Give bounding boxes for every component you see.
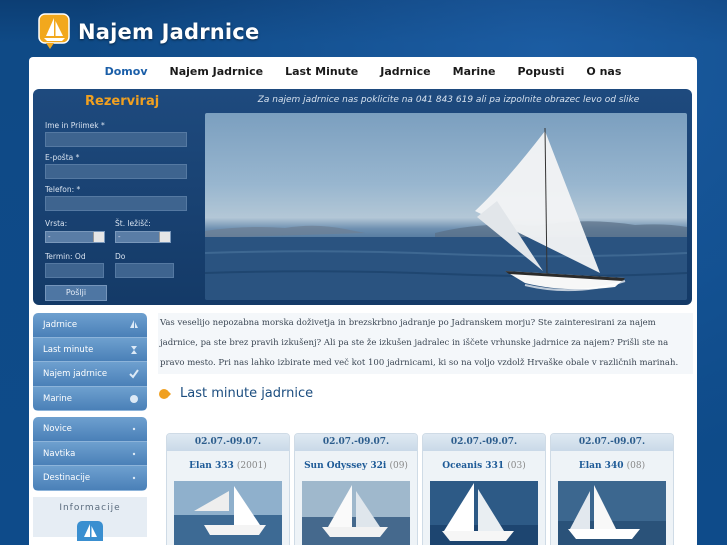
- sidebar-item-label: Jadrnice: [43, 320, 78, 330]
- from-label: Termin: Od: [45, 252, 86, 261]
- last-minute-heading: Last minute jadrnice: [158, 386, 313, 401]
- chevron-down-icon: [159, 232, 170, 242]
- sailboat-icon: [77, 520, 103, 545]
- phone-label: Telefon: *: [45, 185, 81, 194]
- sidebar-item-label: Navtika: [43, 448, 76, 459]
- last-minute-title: Last minute jadrnice: [180, 386, 314, 401]
- info-title: Informacije: [59, 502, 121, 513]
- sidebar: Jadrnice Last minute Najem jadrnice Mari…: [33, 313, 147, 545]
- nav-item-popusti[interactable]: Popusti: [507, 57, 576, 87]
- nav-item-domov[interactable]: Domov: [94, 57, 159, 87]
- date-from-field[interactable]: [45, 263, 104, 278]
- hourglass-icon: [131, 345, 137, 354]
- sidebar-item-label: Destinacije: [43, 473, 91, 483]
- main-content: Vas veselijo nepozabna morska doživetja …: [158, 313, 693, 545]
- nav-item-marine[interactable]: Marine: [442, 57, 507, 87]
- reservation-form: Rezerviraj Ime in Priimek * E-pošta * Te…: [33, 89, 204, 305]
- name-label: Ime in Priimek *: [45, 121, 105, 130]
- boat-card-date: 02.07.-09.07.: [551, 434, 673, 451]
- circle-icon: [130, 394, 138, 403]
- dot-icon: [132, 476, 136, 480]
- intro-text: Vas veselijo nepozabna morska doživetja …: [158, 313, 693, 374]
- hero-sailboat-photo: [205, 113, 687, 300]
- arrow-bullet-icon: [159, 388, 171, 399]
- boat-card-title[interactable]: Elan 340 (08): [551, 451, 673, 481]
- boat-card-title[interactable]: Oceanis 331 (03): [423, 451, 545, 481]
- site-name: Najem Jadrnice: [78, 19, 260, 44]
- boat-year: (2001): [236, 461, 267, 471]
- email-field[interactable]: [45, 164, 187, 179]
- sidebar-group-main: Jadrnice Last minute Najem jadrnice Mari…: [33, 313, 147, 411]
- type-label: Vrsta:: [45, 219, 68, 228]
- berths-select[interactable]: -: [115, 231, 171, 243]
- phone-field[interactable]: [45, 196, 187, 211]
- check-icon: [129, 369, 139, 379]
- to-label: Do: [115, 252, 126, 261]
- boat-card-title[interactable]: Elan 333 (2001): [167, 451, 289, 481]
- nav-item-last-minute[interactable]: Last Minute: [274, 57, 369, 87]
- sidebar-item-label: Najem jadrnice: [43, 369, 108, 379]
- boat-year: (03): [507, 461, 526, 471]
- type-select[interactable]: -: [45, 231, 105, 243]
- sidebar-item-jadrnice[interactable]: Jadrnice: [33, 313, 147, 338]
- hero-contact-text: Za najem jadrnice nas poklicite na 041 8…: [257, 95, 640, 105]
- boat-card[interactable]: 02.07.-09.07. Elan 333 (2001): [166, 433, 290, 545]
- nav-item-o-nas[interactable]: O nas: [575, 57, 632, 87]
- boat-year: (09): [389, 461, 408, 471]
- boat-name: Oceanis 331: [442, 461, 505, 471]
- boat-photo[interactable]: [174, 481, 282, 545]
- sidebar-item-label: Marine: [43, 393, 73, 404]
- sidebar-item-novice[interactable]: Novice: [33, 417, 147, 442]
- name-field[interactable]: [45, 132, 187, 147]
- boat-year: (08): [626, 461, 646, 471]
- dot-icon: [132, 427, 136, 431]
- last-minute-cards: 02.07.-09.07. Elan 333 (2001) 02.07.-09.…: [166, 433, 674, 545]
- sailboat-icon: [130, 320, 138, 328]
- date-to-field[interactable]: [115, 263, 174, 278]
- berths-select-value: -: [118, 233, 121, 241]
- boat-photo[interactable]: [302, 481, 410, 545]
- hero-panel: Rezerviraj Ime in Priimek * E-pošta * Te…: [33, 89, 692, 305]
- sidebar-item-najem-jadrnice[interactable]: Najem jadrnice: [33, 362, 147, 387]
- boat-photo[interactable]: [430, 481, 538, 545]
- boat-photo[interactable]: [558, 481, 666, 545]
- type-select-value: -: [48, 233, 51, 241]
- sidebar-item-label: Last minute: [43, 344, 94, 355]
- boat-card-date: 02.07.-09.07.: [167, 434, 289, 451]
- berths-label: Št. ležišč:: [115, 219, 151, 228]
- submit-button[interactable]: Pošlji: [45, 285, 107, 301]
- reservation-title: Rezerviraj: [85, 94, 160, 109]
- boat-name: Sun Odyssey 32i: [304, 461, 387, 471]
- boat-card[interactable]: 02.07.-09.07. Oceanis 331 (03): [422, 433, 546, 545]
- boat-card-date: 02.07.-09.07.: [423, 434, 545, 451]
- sidebar-item-marine[interactable]: Marine: [33, 386, 147, 411]
- info-box: Informacije: [33, 496, 147, 545]
- boat-name: Elan 340: [578, 461, 624, 471]
- boat-name: Elan 333: [189, 461, 234, 471]
- sidebar-item-navtika[interactable]: Navtika: [33, 441, 147, 466]
- nav-item-jadrnice[interactable]: Jadrnice: [369, 57, 441, 87]
- sidebar-group-secondary: Novice Navtika Destinacije: [33, 417, 147, 491]
- boat-card[interactable]: 02.07.-09.07. Elan 340 (08): [550, 433, 674, 545]
- sidebar-item-label: Novice: [43, 424, 72, 434]
- site-logo[interactable]: Najem Jadrnice: [38, 13, 259, 50]
- dot-icon: [132, 452, 136, 455]
- sailboat-logo-icon: [38, 13, 72, 50]
- boat-card-title[interactable]: Sun Odyssey 32i (09): [295, 451, 417, 481]
- main-container: Domov Najem Jadrnice Last Minute Jadrnic…: [29, 57, 697, 545]
- boat-card[interactable]: 02.07.-09.07. Sun Odyssey 32i (09): [294, 433, 418, 545]
- chevron-down-icon: [93, 232, 104, 242]
- email-label: E-pošta *: [45, 153, 80, 162]
- nav-item-najem-jadrnice[interactable]: Najem Jadrnice: [159, 57, 275, 87]
- main-nav: Domov Najem Jadrnice Last Minute Jadrnic…: [29, 57, 697, 87]
- sidebar-item-last-minute[interactable]: Last minute: [33, 337, 147, 362]
- boat-card-date: 02.07.-09.07.: [295, 434, 417, 451]
- sidebar-item-destinacije[interactable]: Destinacije: [33, 466, 147, 491]
